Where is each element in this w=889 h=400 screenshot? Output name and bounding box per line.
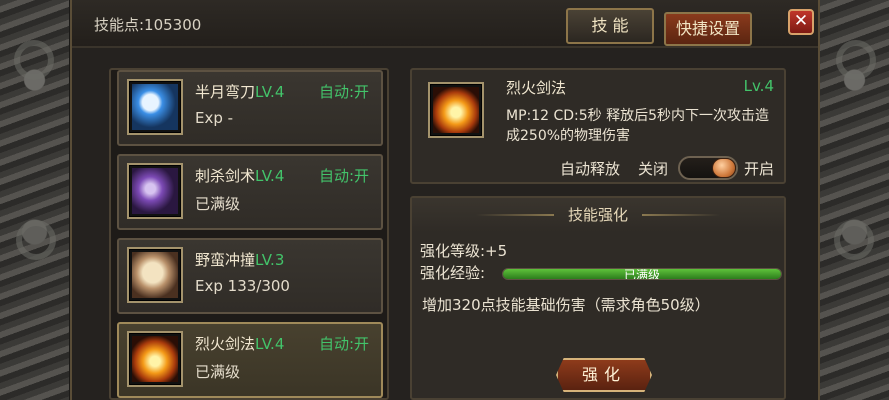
left-ornate-border	[0, 0, 72, 400]
skill-name: 半月弯刀LV.4	[195, 83, 285, 101]
enhance-header: 技能强化	[412, 198, 784, 232]
auto-status: 自动:开	[318, 83, 369, 101]
skill-points: 技能点:105300	[94, 16, 202, 34]
skill-window: 技能点:105300 技 能 快捷设置 ✕ 半月弯刀LV.4 自动:开 Exp …	[70, 0, 820, 400]
assassin-sword-icon	[132, 168, 178, 214]
blazing-sword-icon	[132, 336, 178, 382]
enhance-exp-bar: 已满级	[502, 268, 782, 280]
enhance-exp-text: 已满级	[623, 268, 660, 280]
skill-icon-frame	[127, 79, 183, 135]
ornament-swirl	[834, 220, 874, 260]
skill-card-barbaric-charge[interactable]: 野蛮冲撞LV.3 Exp 133/300	[117, 238, 383, 314]
skill-exp: Exp -	[195, 109, 234, 127]
enhance-exp-label: 强化经验:	[420, 264, 486, 282]
skill-name: 野蛮冲撞LV.3	[195, 251, 285, 269]
skill-name: 刺杀剑术LV.4	[195, 167, 285, 185]
skill-detail-panel: 烈火剑法 Lv.4 MP:12 CD:5秒 释放后5秒内下一次攻击造成250%的…	[410, 68, 786, 184]
header-ornament	[476, 214, 554, 216]
toggle-knob[interactable]	[712, 158, 736, 178]
auto-release-toggle[interactable]	[678, 156, 738, 180]
blazing-sword-icon	[433, 87, 479, 133]
skill-icon-frame	[127, 331, 183, 387]
skill-card-blazing-sword[interactable]: 烈火剑法LV.4 自动:开 已满级	[117, 322, 383, 398]
detail-description: MP:12 CD:5秒 释放后5秒内下一次攻击造成250%的物理伤害	[506, 108, 770, 144]
skill-exp: 已满级	[195, 363, 241, 381]
ornament-swirl	[14, 40, 54, 80]
header-ornament	[642, 214, 720, 216]
enhance-button[interactable]: 强化	[556, 358, 652, 392]
skill-name: 烈火剑法LV.4	[195, 335, 285, 353]
enhance-level: 强化等级:+5	[420, 242, 508, 260]
close-button[interactable]: ✕	[788, 9, 814, 35]
ornament-swirl	[836, 40, 876, 80]
barbaric-charge-icon	[132, 252, 178, 298]
enhance-title: 技能强化	[567, 206, 628, 224]
skill-icon-frame	[127, 247, 183, 303]
auto-status: 自动:开	[318, 167, 369, 185]
detail-skill-level: Lv.4	[743, 77, 774, 95]
toggle-on-label: 开启	[744, 160, 775, 178]
skill-enhance-panel: 技能强化 强化等级:+5 强化经验: 已满级 增加320点技能基础伤害（需求角色…	[410, 196, 786, 400]
skill-icon-frame	[428, 82, 484, 138]
skill-exp: 已满级	[195, 195, 241, 213]
skill-card-crescent-blade[interactable]: 半月弯刀LV.4 自动:开 Exp -	[117, 70, 383, 146]
detail-skill-name: 烈火剑法	[506, 79, 567, 97]
enhance-effect: 增加320点技能基础伤害（需求角色50级）	[422, 296, 710, 314]
skill-exp: Exp 133/300	[195, 277, 290, 295]
toggle-off-label: 关闭	[638, 160, 669, 178]
skill-list[interactable]: 半月弯刀LV.4 自动:开 Exp - 刺杀剑术LV.4 自动:开 已满级 野蛮…	[109, 68, 389, 400]
ornament-swirl	[16, 220, 56, 260]
skill-icon-frame	[127, 163, 183, 219]
right-ornate-border	[817, 0, 889, 400]
tab-skill[interactable]: 技 能	[566, 8, 654, 44]
auto-release-label: 自动释放	[560, 160, 621, 178]
auto-status: 自动:开	[318, 335, 369, 353]
crescent-blade-icon	[132, 84, 178, 130]
close-icon: ✕	[793, 11, 809, 31]
tab-shortcut-settings[interactable]: 快捷设置	[664, 12, 752, 46]
skill-card-assassin-sword[interactable]: 刺杀剑术LV.4 自动:开 已满级	[117, 154, 383, 230]
top-bar: 技能点:105300 技 能 快捷设置 ✕	[72, 0, 818, 48]
